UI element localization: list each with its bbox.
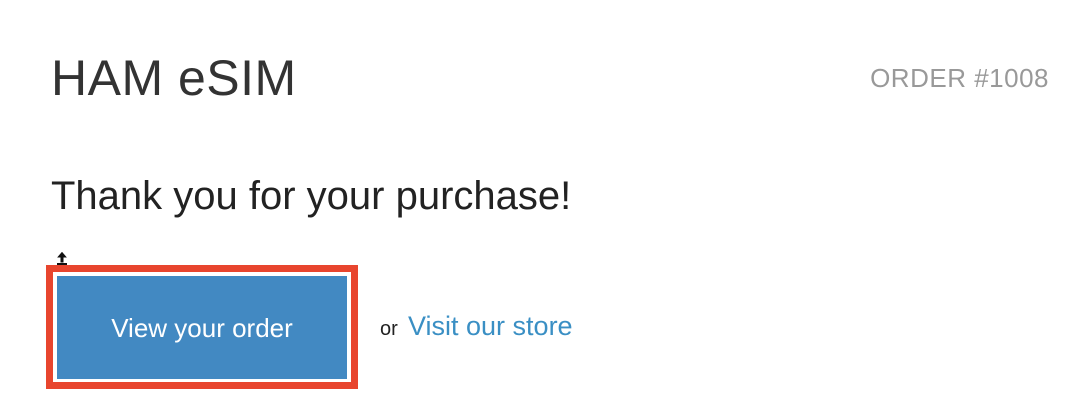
shop-name: HAM eSIM (51, 50, 297, 106)
view-order-button[interactable]: View your order (57, 276, 347, 379)
order-confirmation-page: HAM eSIM ORDER #1008 Thank you for your … (0, 0, 1088, 416)
order-number: ORDER #1008 (870, 63, 1049, 93)
thank-you-heading: Thank you for your purchase! (51, 174, 572, 218)
visit-store-link[interactable]: Visit our store (408, 309, 573, 343)
or-text: or (380, 318, 398, 340)
